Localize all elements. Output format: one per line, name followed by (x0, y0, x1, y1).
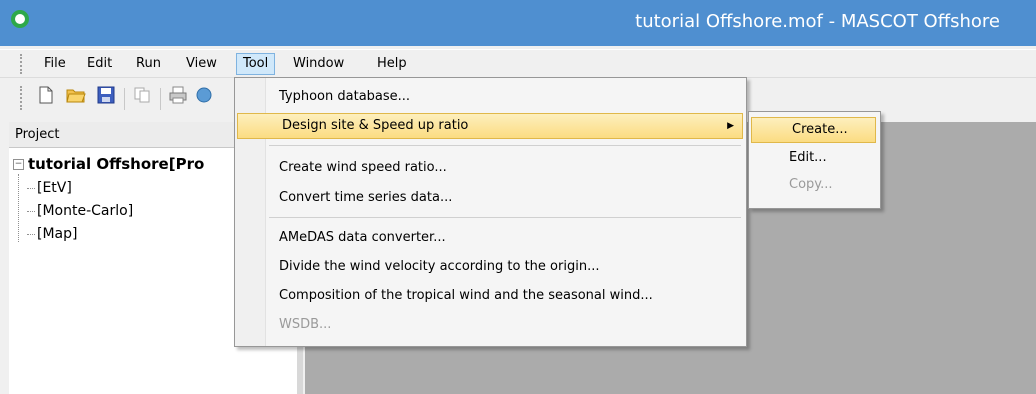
tree-hook (27, 233, 35, 235)
menu-file[interactable]: File (38, 54, 72, 74)
menu-view[interactable]: View (180, 54, 223, 74)
tree-item-map[interactable]: [Map] (27, 224, 77, 244)
tree-item-label: [Map] (37, 226, 78, 242)
tree-item-etv[interactable]: [EtV] (27, 178, 72, 198)
open-folder-icon[interactable] (66, 86, 86, 106)
tree-item-label: [Monte-Carlo] (37, 203, 134, 219)
menu-separator (269, 145, 741, 146)
menu-item-create-wind-speed-ratio[interactable]: Create wind speed ratio... (235, 155, 744, 181)
help-icon[interactable] (194, 86, 214, 106)
menu-item-convert-time-series[interactable]: Convert time series data... (235, 185, 744, 211)
copy-icon[interactable] (132, 86, 152, 106)
menu-bar: File Edit Run View Tool Window Help (0, 49, 1036, 78)
tree-hook (27, 187, 35, 189)
tree-root-label: tutorial Offshore[Pro (28, 155, 205, 173)
tree-root-node[interactable]: − tutorial Offshore[Pro (13, 154, 204, 174)
toolbar-grip (20, 86, 25, 110)
tree-item-label: [EtV] (37, 180, 72, 196)
menu-item-wsdb: WSDB... (279, 317, 332, 332)
save-icon[interactable] (96, 86, 116, 106)
tool-menu-dropdown: Typhoon database... Design site & Speed … (234, 77, 747, 347)
submenu-item-copy: Copy... (789, 177, 833, 192)
print-icon[interactable] (168, 86, 188, 106)
tree-connector (18, 174, 19, 242)
tree-hook (27, 210, 35, 212)
menu-item-typhoon-database[interactable]: Typhoon database... (235, 84, 744, 110)
menu-item-design-site[interactable]: Design site & Speed up ratio ▶ (237, 113, 743, 139)
toolbar-separator (124, 88, 125, 110)
menu-help[interactable]: Help (371, 54, 413, 74)
menu-item-amedas-converter[interactable]: AMeDAS data converter... (235, 225, 744, 251)
title-bar: tutorial Offshore.mof - MASCOT Offshore (0, 0, 1036, 46)
submenu-item-create[interactable]: Create... (751, 117, 876, 143)
menu-tool[interactable]: Tool (236, 53, 276, 75)
menu-separator (269, 217, 741, 218)
menu-run[interactable]: Run (130, 54, 167, 74)
menu-edit[interactable]: Edit (81, 54, 118, 74)
design-site-submenu: Create... Edit... Copy... (748, 111, 881, 209)
submenu-item-edit[interactable]: Edit... (749, 145, 878, 171)
collapse-icon[interactable]: − (13, 159, 24, 170)
new-file-icon[interactable] (36, 86, 56, 106)
toolbar-separator (160, 88, 161, 110)
menubar-grip (20, 54, 25, 74)
menu-window[interactable]: Window (287, 54, 350, 74)
menu-item-divide-wind-velocity[interactable]: Divide the wind velocity according to th… (235, 254, 744, 280)
window-title: tutorial Offshore.mof - MASCOT Offshore (635, 11, 1000, 32)
submenu-arrow-icon: ▶ (727, 121, 734, 131)
app-logo-icon (11, 10, 29, 28)
menu-item-design-site-label: Design site & Speed up ratio (282, 118, 469, 133)
tree-item-monte-carlo[interactable]: [Monte-Carlo] (27, 201, 133, 221)
menu-item-composition-wind[interactable]: Composition of the tropical wind and the… (235, 283, 744, 309)
